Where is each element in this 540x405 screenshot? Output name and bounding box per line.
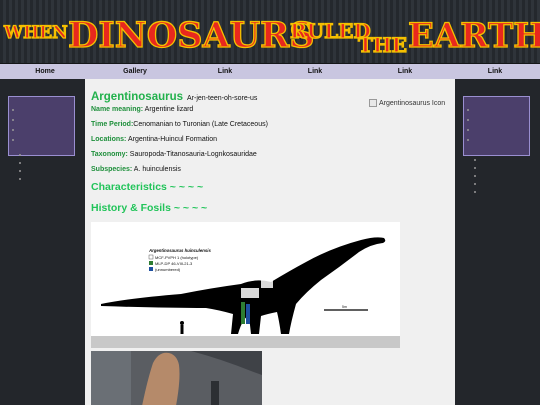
field-label: Taxonomy: [91,151,128,158]
field-value: Sauropoda-Titanosauria-Lognkosauridae [127,151,257,158]
dino-title-row: Argentinosaurus Ar-jen-teen-oh-sore-us [91,87,257,105]
list-bullet [474,183,476,185]
dino-icon-image: Argentinosaurus Icon [369,99,445,107]
field-label: Name meaning: [91,106,144,113]
field-taxonomy: Taxonomy: Sauropoda-Titanosauria-Lognkos… [91,151,257,158]
characteristics-heading: Characteristics ~ ~ ~ ~ [91,181,204,193]
dino-icon-alt-text: Argentinosaurus Icon [379,99,446,107]
banner-word-when: WHEN [3,23,68,43]
page-title: Argentinosaurus [91,91,184,103]
nav-link-4[interactable]: Link [450,64,540,79]
history-fossils-heading: History & Fosils ~ ~ ~ ~ [91,202,208,214]
museum-photo [91,351,262,405]
list-bullet [474,175,476,177]
field-name-meaning: Name meaning: Argentine lizard [91,106,193,113]
figure-legend-item: MLP-DP 46-VIII-21-3 [155,261,193,266]
list-bullet [467,139,469,141]
list-bullet [19,178,21,180]
banner-title: WHEN DINOSAURS RULED THE EARTH [2,14,540,57]
field-label: Time Period: [91,121,134,128]
figure-legend-item: MCF-PVPH 1 (holotype) [155,255,199,260]
list-bullet [467,129,469,131]
list-bullet [19,170,21,172]
figure-legend-item: (unnumbered) [155,267,181,272]
field-value: A. huinculensis [132,166,181,173]
right-sidebar [455,79,540,405]
list-bullet [19,162,21,164]
diagram-ground [91,336,400,348]
field-value: Argentina-Huincul Formation [126,136,218,143]
list-bullet [12,139,14,141]
list-bullet [474,159,476,161]
nav-gallery-link[interactable]: Gallery [90,64,180,79]
site-banner: WHEN DINOSAURS RULED THE EARTH [0,0,540,64]
top-nav: Home Gallery Link Link Link Link [0,64,540,79]
field-locations: Locations: Argentina-Huincul Formation [91,136,217,143]
field-subspecies: Subspecies: A. huinculensis [91,166,181,173]
list-bullet [12,109,14,111]
field-time-period: Time Period:Cenomanian to Turonian (Late… [91,121,268,128]
nav-link-2[interactable]: Link [270,64,360,79]
banner-word-earth: EARTH [408,16,540,56]
list-bullet [467,119,469,121]
banner-word-the: THE [358,33,407,57]
skeletal-diagram-image: Argentinosaurus huinculensis MCF-PVPH 1 … [91,222,400,348]
field-label: Locations: [91,136,127,143]
list-bullet [474,167,476,169]
left-sidebar [0,79,85,405]
museum-skeleton-photo [91,351,262,405]
field-label: Subspecies: [91,166,133,173]
field-value: Cenomanian to Turonian (Late Cretaceous) [133,121,268,128]
figure-caption-title: Argentinosaurus huinculensis [148,248,211,253]
figure-scale-label: 5m [342,305,347,309]
broken-image-icon [369,99,377,107]
list-bullet [19,154,21,156]
pronunciation-text: Ar-jen-teen-oh-sore-us [187,95,258,102]
list-bullet [467,109,469,111]
list-bullet [12,119,14,121]
list-bullet [474,191,476,193]
nav-link-3[interactable]: Link [360,64,450,79]
main-content: Argentinosaurus Ar-jen-teen-oh-sore-us Ar… [85,79,455,405]
list-bullet [12,129,14,131]
left-sidebar-panel [8,96,75,156]
banner-word-dinosaurs: DINOSAURS [68,15,315,56]
right-sidebar-panel [463,96,530,156]
dinosaur-silhouette: Argentinosaurus huinculensis MCF-PVPH 1 … [101,237,386,334]
nav-home-link[interactable]: Home [0,64,90,79]
nav-link-1[interactable]: Link [180,64,270,79]
field-value: Argentine lizard [143,106,194,113]
